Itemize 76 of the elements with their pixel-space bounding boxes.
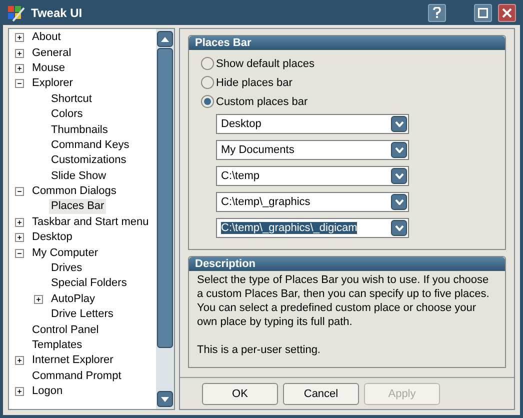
- expand-icon[interactable]: [15, 64, 24, 73]
- description-text: This is a per-user setting.: [197, 343, 322, 357]
- scrollbar[interactable]: [156, 29, 174, 409]
- tree-item[interactable]: Drives: [49, 261, 84, 276]
- collapse-icon[interactable]: [15, 187, 24, 196]
- place-combo-box[interactable]: C:\temp: [216, 166, 409, 186]
- group-title: Description: [189, 257, 505, 271]
- tree-item[interactable]: Explorer: [30, 76, 75, 92]
- caret-icon: [394, 225, 404, 231]
- tree-item[interactable]: Command Keys: [49, 138, 132, 153]
- dropdown-button[interactable]: [391, 142, 407, 158]
- dropdown-button[interactable]: [391, 168, 407, 184]
- expand-icon[interactable]: [15, 48, 24, 58]
- tree-item[interactable]: Internet Explorer: [30, 353, 116, 368]
- expand-icon[interactable]: [15, 33, 24, 42]
- expand-icon[interactable]: [15, 387, 24, 396]
- place-combo-box[interactable]: My Documents: [216, 140, 409, 160]
- tree-item[interactable]: Customizations: [49, 153, 128, 168]
- expand-icon[interactable]: [34, 294, 43, 304]
- caret-icon: [394, 147, 404, 153]
- maximize-icon: [478, 8, 488, 18]
- expand-icon[interactable]: [15, 356, 24, 366]
- tree-item[interactable]: Desktop: [30, 230, 74, 246]
- tree-item[interactable]: Thumbnails: [49, 122, 110, 138]
- expand-icon[interactable]: [15, 218, 24, 227]
- dropdown-button[interactable]: [391, 194, 407, 210]
- tree-item[interactable]: General: [30, 46, 74, 61]
- tree-item[interactable]: Shortcut: [49, 92, 94, 107]
- scroll-down-button[interactable]: [157, 391, 173, 407]
- maximize-button[interactable]: [474, 4, 492, 22]
- close-button[interactable]: [498, 4, 516, 22]
- dropdown-button[interactable]: [391, 220, 407, 236]
- tree-item[interactable]: Slide Show: [49, 168, 108, 184]
- tree-item[interactable]: Logon: [30, 384, 65, 400]
- tree-item[interactable]: Control Panel: [30, 322, 101, 338]
- group-title: Places Bar: [189, 36, 505, 50]
- app-icon: [7, 4, 25, 22]
- scroll-up-icon: [160, 36, 170, 42]
- help-button[interactable]: [428, 4, 446, 22]
- description-text: Select the type of Places Bar you wish to use. If you choose a custom Places Bar, then you can specify up to five places. You can select a predefined custom place or choose your own place by typing its full path.: [197, 273, 490, 329]
- tree-item[interactable]: Mouse: [30, 60, 68, 76]
- tree-item[interactable]: Places Bar: [49, 199, 106, 214]
- dialog-button[interactable]: OK: [202, 383, 278, 405]
- close-icon: [502, 8, 512, 18]
- tree-item[interactable]: Drive Letters: [49, 307, 116, 322]
- expand-icon[interactable]: [15, 233, 24, 242]
- tree-item[interactable]: Common Dialogs: [30, 184, 118, 200]
- scroll-down-icon: [160, 396, 170, 402]
- scroll-thumb[interactable]: [157, 48, 173, 348]
- radio-button[interactable]: [201, 57, 214, 70]
- place-combo-box[interactable]: Desktop: [216, 114, 409, 134]
- radio-label[interactable]: Hide places bar: [216, 76, 292, 88]
- tree-item[interactable]: Special Folders: [49, 276, 129, 292]
- radio-button[interactable]: [201, 76, 214, 89]
- collapse-icon[interactable]: [15, 248, 24, 258]
- tree-item[interactable]: Command Prompt: [30, 368, 124, 384]
- tree-item[interactable]: Colors: [49, 107, 85, 122]
- scroll-up-button[interactable]: [157, 31, 173, 47]
- place-combo-box[interactable]: C:\temp\_graphics\_digicam: [216, 218, 409, 238]
- tree-item[interactable]: About: [30, 30, 63, 46]
- caret-icon: [394, 173, 404, 179]
- collapse-icon[interactable]: [15, 79, 24, 88]
- caret-icon: [394, 199, 404, 205]
- place-combo-box[interactable]: C:\temp\_graphics: [216, 192, 409, 212]
- dropdown-button[interactable]: [391, 116, 407, 132]
- caret-icon: [394, 121, 404, 127]
- help-icon: [433, 7, 441, 18]
- tree-item[interactable]: Taskbar and Start menu: [30, 214, 151, 230]
- radio-label[interactable]: Custom places bar: [216, 96, 308, 108]
- window-title: Tweak UI: [31, 6, 84, 20]
- tree-item[interactable]: My Computer: [30, 246, 100, 261]
- tree-item[interactable]: AutoPlay: [49, 292, 98, 307]
- tree-item[interactable]: Templates: [30, 338, 84, 353]
- radio-label[interactable]: Show default places: [216, 58, 314, 70]
- dialog-button[interactable]: Cancel: [283, 383, 359, 405]
- radio-button[interactable]: [201, 95, 214, 108]
